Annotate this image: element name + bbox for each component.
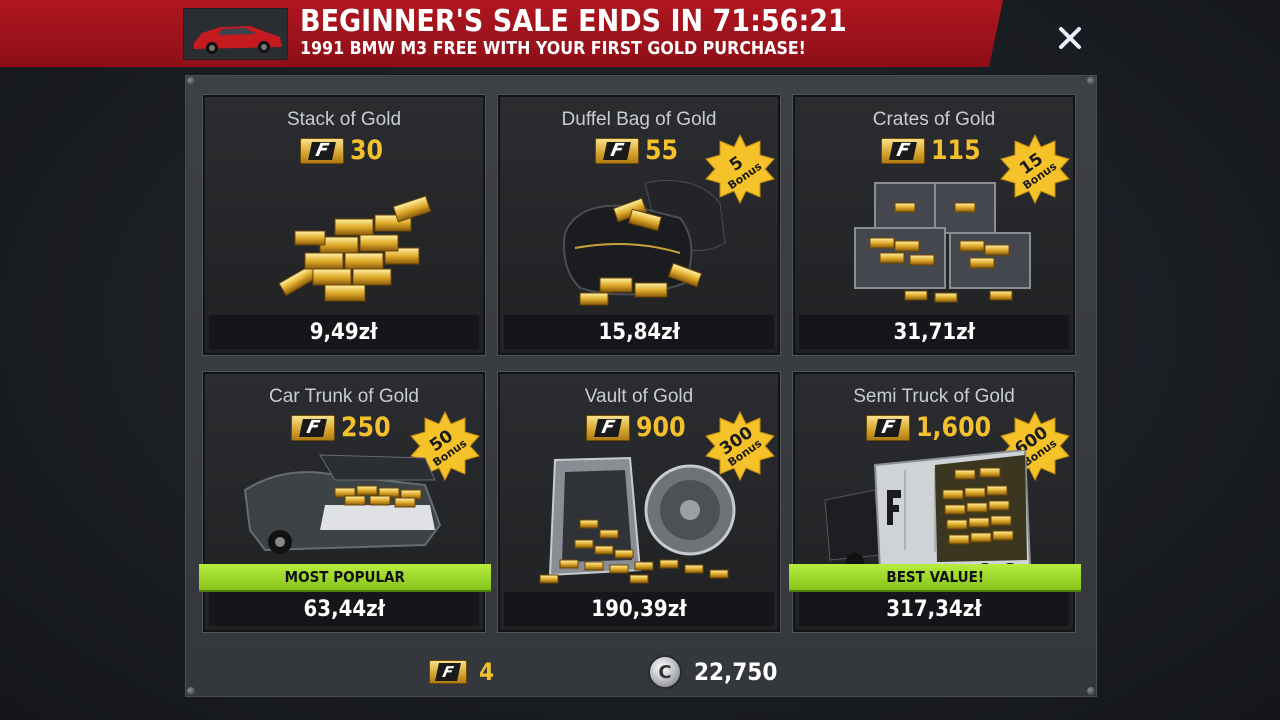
bmw-m3-car-image [183, 8, 288, 60]
gold-currency-icon: F [595, 137, 640, 164]
gold-currency-icon: F [290, 414, 335, 441]
pack-gold-amount: 250 [340, 412, 391, 443]
rivet-icon [1087, 687, 1095, 695]
pack-gold-amount: 55 [645, 135, 679, 166]
pack-price: 15,84zł [598, 319, 680, 345]
gold-stack-image [278, 195, 432, 302]
gold-currency-icon: F [866, 414, 911, 441]
price-bar: 63,44zł [209, 592, 479, 626]
credits-coin-icon: C [648, 655, 682, 689]
credits-balance-value: 22,750 [694, 658, 778, 686]
price-bar: 317,34zł [799, 592, 1069, 626]
close-icon[interactable] [1054, 22, 1086, 54]
rivet-icon [187, 687, 195, 695]
crates-image [854, 182, 1031, 303]
credits-balance: C 22,750 [648, 655, 787, 689]
gold-balance-value: 4 [479, 658, 495, 686]
pack-gold-amount: 900 [635, 412, 686, 443]
price-bar: 9,49zł [209, 315, 479, 349]
price-bar: 190,39zł [504, 592, 774, 626]
price-bar: 15,84zł [504, 315, 774, 349]
pack-name: Stack of Gold [286, 109, 402, 130]
gold-currency-icon: F [880, 137, 925, 164]
most-popular-ribbon: MOST POPULAR [199, 564, 491, 590]
gold-pack-card-stack[interactable]: Stack of Gold F 30 9,49zł [203, 95, 485, 355]
ribbon-label: BEST VALUE! [886, 568, 984, 586]
pack-price: 63,44zł [303, 596, 385, 622]
rivet-icon [1087, 77, 1095, 85]
gold-currency-icon: F [585, 414, 630, 441]
gold-pack-card-crates[interactable]: Crates of Gold F 115 15 Bonus 31,71zł [793, 95, 1075, 355]
pack-gold-amount: 1,600 [916, 412, 992, 443]
gold-currency-icon: F [300, 137, 345, 164]
pack-gold-amount: 30 [350, 135, 384, 166]
pack-price: 31,71zł [893, 319, 975, 345]
gold-pack-card-car-trunk[interactable]: Car Trunk of Gold F 250 50 Bonus MOST POP… [199, 372, 491, 632]
price-bar: 31,71zł [799, 315, 1069, 349]
sale-countdown-title: BEGINNER'S SALE ENDS IN 71:56:21 [300, 4, 847, 39]
pack-amount: F 30 [205, 135, 483, 166]
vault-image [539, 456, 736, 584]
gold-currency-icon: F [429, 660, 467, 684]
sale-subtitle: 1991 BMW M3 FREE WITH YOUR FIRST GOLD PU… [300, 38, 806, 59]
pack-price: 9,49zł [310, 319, 378, 345]
pack-gold-amount: 115 [930, 135, 981, 166]
pack-price: 317,34zł [886, 596, 982, 622]
gold-pack-card-duffel[interactable]: Duffel Bag of Gold F 55 5 Bonus 15,84zł [498, 95, 780, 355]
pack-price: 190,39zł [591, 596, 687, 622]
gold-pack-card-semi-truck[interactable]: Semi Truck of Gold F 1,600 600 Bonus BEST… [789, 372, 1081, 632]
best-value-ribbon: BEST VALUE! [789, 564, 1081, 590]
gold-pack-card-vault[interactable]: Vault of Gold F 900 300 Bonus 190,39zł [498, 372, 780, 632]
ribbon-label: MOST POPULAR [284, 568, 406, 586]
rivet-icon [187, 77, 195, 85]
gold-balance: F 4 [429, 658, 496, 686]
duffel-bag-image [563, 180, 726, 306]
